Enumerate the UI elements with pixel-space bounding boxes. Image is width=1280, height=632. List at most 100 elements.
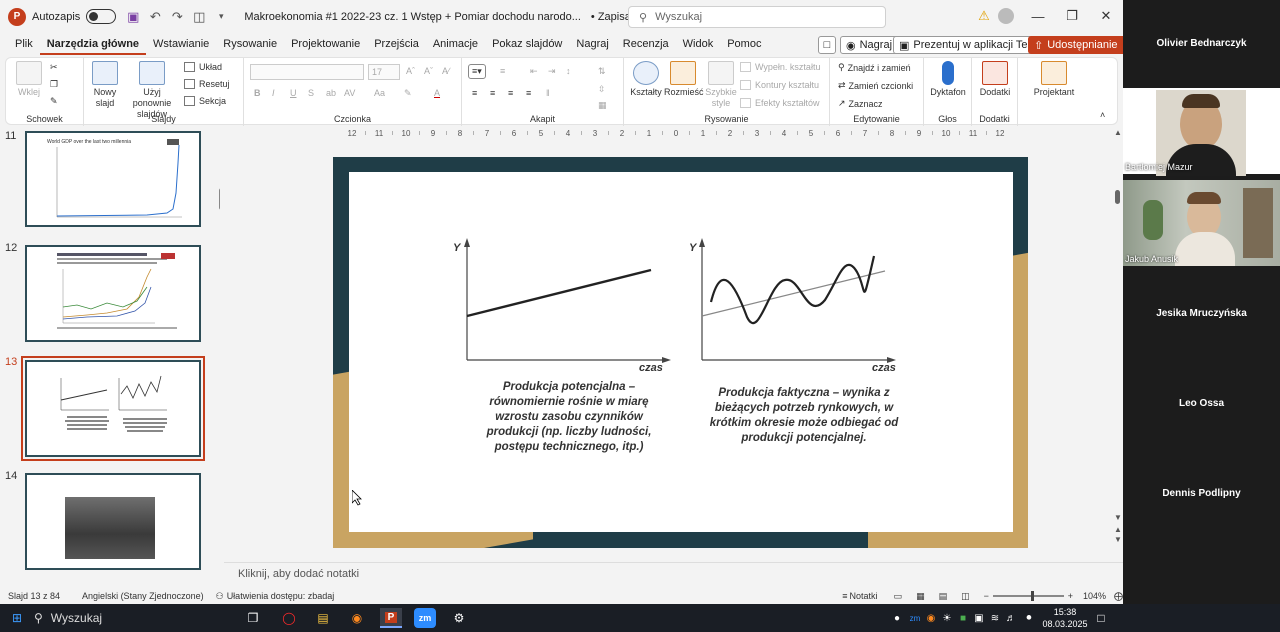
copy-icon[interactable]: ❐: [50, 79, 58, 90]
collapse-ribbon-icon[interactable]: ˄: [1100, 110, 1105, 120]
tab-insert[interactable]: Wstawianie: [146, 33, 216, 55]
align-left-icon[interactable]: ≡: [472, 88, 477, 98]
font-color-icon[interactable]: A: [434, 88, 440, 98]
close-icon[interactable]: ✕: [1094, 6, 1118, 26]
taskbar-search[interactable]: ⚲ Wyszukaj: [34, 607, 234, 629]
thumbnail-scrollbar[interactable]: [218, 128, 220, 588]
addins-button[interactable]: Dodatki: [976, 61, 1014, 98]
change-case-button[interactable]: Aa: [374, 88, 385, 98]
participant-tile[interactable]: Jesika Mruczyńska: [1123, 270, 1280, 356]
numbering-icon[interactable]: ≡: [500, 66, 505, 76]
windows-start-icon[interactable]: ⊞: [6, 608, 28, 628]
dictate-button[interactable]: Dyktafon: [928, 61, 968, 98]
zoom-slider[interactable]: [992, 591, 1064, 601]
scroll-down-icon[interactable]: ▼: [1114, 513, 1122, 522]
highlight-icon[interactable]: ✎: [404, 88, 412, 99]
tab-view[interactable]: Widok: [676, 33, 721, 55]
tab-slideshow[interactable]: Pokaz slajdów: [485, 33, 569, 55]
align-text-icon[interactable]: ⇳: [598, 84, 606, 95]
tab-transitions[interactable]: Przejścia: [367, 33, 426, 55]
zoom-out-icon[interactable]: −: [984, 591, 989, 601]
justify-icon[interactable]: ≡: [526, 88, 531, 98]
slideshow-icon[interactable]: ◫: [961, 591, 970, 602]
slide-thumbnail-14[interactable]: [25, 473, 201, 570]
decrease-indent-icon[interactable]: ⇤: [530, 66, 538, 77]
layout-button[interactable]: Układ: [184, 62, 222, 72]
firefox-icon[interactable]: ◉: [346, 608, 368, 628]
slide-thumbnail-12[interactable]: [25, 245, 201, 342]
left-chart-caption[interactable]: Produkcja potencjalna – równomiernie roś…: [477, 380, 661, 455]
powerpoint-taskbar-icon[interactable]: P: [380, 608, 402, 628]
replace-fonts-button[interactable]: ⇄ Zamień czcionki: [838, 80, 913, 91]
settings-gear-icon[interactable]: ⚙: [448, 608, 470, 628]
italic-button[interactable]: I: [272, 88, 275, 98]
current-slide[interactable]: Y czas Y czas Produkcja potencjalna – ró…: [333, 157, 1028, 548]
cut-icon[interactable]: ✂: [50, 62, 58, 73]
quick-styles-button[interactable]: Szybkie style: [704, 61, 738, 109]
record-button[interactable]: ◉ Nagraj: [840, 36, 899, 54]
clear-format-icon[interactable]: A∕: [442, 66, 450, 76]
right-chart-caption[interactable]: Produkcja faktyczna – wynika z bieżących…: [704, 386, 904, 446]
customize-toolbar-icon[interactable]: ▾: [212, 8, 230, 26]
participant-tile[interactable]: Dennis Podlipny: [1123, 450, 1280, 536]
shape-outline-button[interactable]: Kontury kształtu: [740, 80, 819, 90]
comments-icon[interactable]: □: [818, 36, 836, 54]
language-indicator[interactable]: Angielski (Stany Zjednoczone): [82, 591, 204, 601]
fit-to-window-icon[interactable]: ⨁: [1114, 591, 1123, 602]
designer-button[interactable]: Projektant: [1026, 61, 1082, 98]
shapes-button[interactable]: Kształty: [628, 61, 664, 98]
smartart-icon[interactable]: ▦: [598, 100, 607, 111]
section-button[interactable]: Sekcja: [184, 96, 226, 106]
tab-animations[interactable]: Animacje: [426, 33, 485, 55]
task-view-icon[interactable]: ❐: [242, 608, 264, 628]
increase-indent-icon[interactable]: ⇥: [548, 66, 556, 77]
text-direction-icon[interactable]: ⇅: [598, 66, 606, 77]
reset-button[interactable]: Resetuj: [184, 79, 230, 89]
minimize-icon[interactable]: —: [1026, 6, 1050, 26]
notes-pane[interactable]: Kliknij, aby dodać notatki: [224, 562, 1123, 586]
participant-tile[interactable]: Leo Ossa: [1123, 360, 1280, 446]
share-button[interactable]: ⇧Udostępnianie▼: [1028, 36, 1123, 54]
select-button[interactable]: ↗ Zaznacz: [838, 98, 883, 109]
find-replace-button[interactable]: ⚲ Znajdź i zamień: [838, 62, 911, 73]
next-slide-icon[interactable]: ▼: [1114, 535, 1122, 544]
bold-button[interactable]: B: [254, 88, 261, 98]
increase-font-icon[interactable]: Aˆ: [406, 66, 415, 76]
reading-view-icon[interactable]: ▤: [939, 591, 948, 602]
participant-video-tile[interactable]: Jakub Anusik: [1123, 180, 1280, 266]
account-avatar[interactable]: [994, 6, 1018, 26]
tab-draw[interactable]: Rysowanie: [216, 33, 284, 55]
tab-design[interactable]: Projektowanie: [284, 33, 367, 55]
align-right-icon[interactable]: ≡: [508, 88, 513, 98]
decrease-font-icon[interactable]: Aˇ: [424, 66, 433, 76]
slide-editor[interactable]: Y czas Y czas Produkcja potencjalna – ró…: [232, 140, 1112, 560]
autosave-toggle[interactable]: [86, 9, 117, 24]
normal-view-icon[interactable]: ▭: [894, 591, 903, 602]
zoom-app-icon[interactable]: zm: [414, 608, 436, 628]
slide-thumbnail-13[interactable]: [21, 356, 205, 461]
opera-icon[interactable]: ◯: [278, 608, 300, 628]
shadow-button[interactable]: S: [308, 88, 314, 98]
warning-icon[interactable]: ⚠: [972, 6, 996, 26]
previous-slide-icon[interactable]: ▲: [1114, 525, 1122, 534]
tab-file[interactable]: Plik: [8, 33, 40, 55]
slide-sorter-icon[interactable]: ▦: [916, 591, 925, 602]
char-spacing-button[interactable]: AV: [344, 88, 355, 98]
search-box[interactable]: ⚲ Wyszukaj: [628, 6, 886, 28]
zoom-level[interactable]: 104%: [1083, 591, 1106, 601]
tab-record[interactable]: Nagraj: [569, 33, 615, 55]
shape-fill-button[interactable]: Wypełn. kształtu: [740, 62, 820, 72]
format-painter-icon[interactable]: ✎: [50, 96, 58, 107]
bullets-icon[interactable]: ≡▾: [468, 64, 486, 79]
microphone-icon[interactable]: ⚫: [1018, 608, 1040, 628]
start-slideshow-icon[interactable]: ◫: [190, 8, 208, 26]
undo-icon[interactable]: ↶: [146, 8, 164, 26]
line-spacing-icon[interactable]: ↕: [566, 66, 571, 76]
participant-video-tile[interactable]: Bartłomiej Mazur: [1123, 88, 1280, 176]
tab-home[interactable]: Narzędzia główne: [39, 33, 147, 55]
paste-button[interactable]: Wklej: [12, 61, 46, 98]
taskbar-clock[interactable]: 15:38 08.03.2025: [1040, 606, 1090, 630]
slide-thumbnail-11[interactable]: World GDP over the last two millennia: [25, 131, 201, 227]
editor-vertical-scrollbar[interactable]: ▲ ▼ ▲ ▼: [1113, 128, 1123, 548]
file-explorer-icon[interactable]: ▤: [312, 608, 334, 628]
